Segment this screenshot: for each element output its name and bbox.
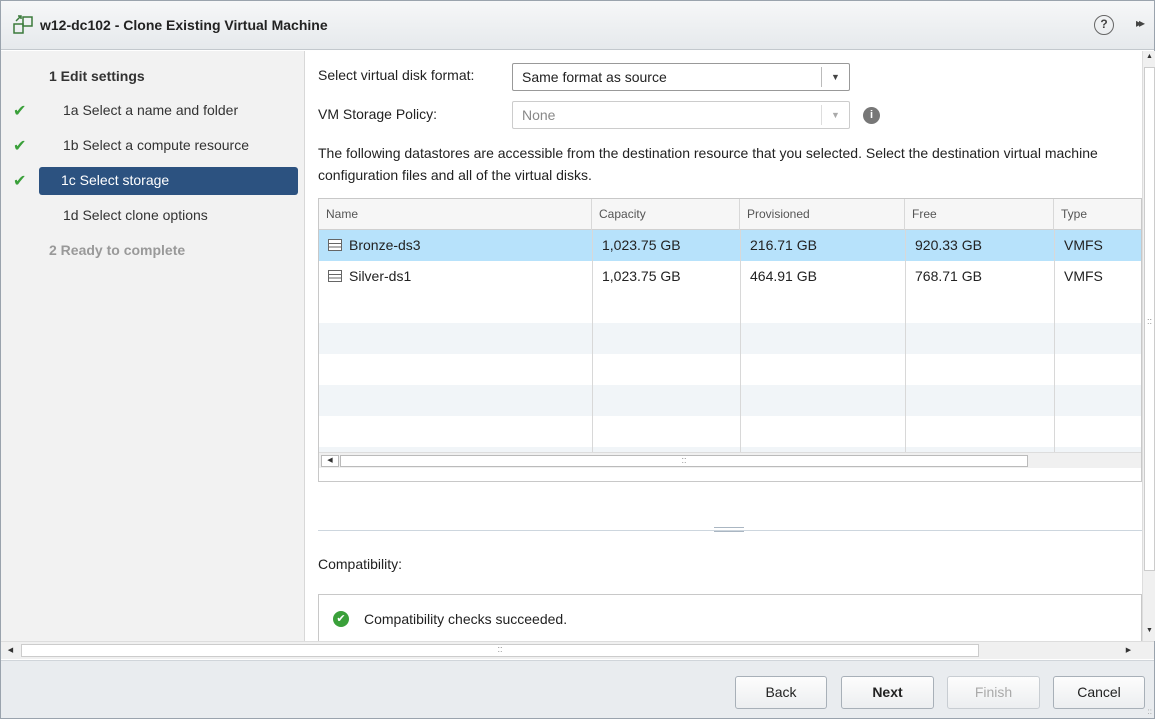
compatibility-message: Compatibility checks succeeded. bbox=[364, 611, 568, 627]
scroll-left-icon[interactable]: ◀ bbox=[3, 645, 18, 657]
vm-clone-icon bbox=[13, 15, 33, 34]
disk-format-select[interactable]: Same format as source ▼ bbox=[512, 63, 850, 91]
compatibility-label: Compatibility: bbox=[318, 556, 403, 572]
help-icon[interactable]: ? bbox=[1094, 15, 1114, 35]
datastore-name: Bronze-ds3 bbox=[349, 237, 421, 253]
cell-type: VMFS bbox=[1064, 237, 1103, 253]
nav-step-label: 1a Select a name and folder bbox=[63, 102, 239, 118]
dialog-footer: Back Next Finish Cancel :: bbox=[1, 660, 1154, 718]
cell-name: Bronze-ds3 bbox=[319, 230, 421, 261]
storage-policy-value: None bbox=[522, 107, 556, 123]
check-icon: ✔ bbox=[13, 173, 27, 190]
column-header-type[interactable]: Type bbox=[1054, 199, 1141, 230]
datastore-description: The following datastores are accessible … bbox=[318, 145, 1098, 183]
cell-type: VMFS bbox=[1064, 268, 1103, 284]
splitter-handle[interactable] bbox=[714, 527, 744, 532]
column-header-name[interactable]: Name bbox=[319, 199, 592, 230]
column-header-free[interactable]: Free bbox=[905, 199, 1054, 230]
empty-row bbox=[319, 323, 1141, 354]
scroll-up-icon[interactable]: ▲ bbox=[1144, 53, 1155, 65]
compatibility-panel: ✔ Compatibility checks succeeded. bbox=[318, 594, 1142, 641]
table-horizontal-scrollbar[interactable]: ◀ :: bbox=[319, 452, 1141, 468]
resize-grip-icon[interactable]: :: bbox=[1148, 707, 1152, 716]
column-divider bbox=[740, 230, 741, 452]
scroll-thumb[interactable]: :: bbox=[340, 455, 1028, 467]
cell-capacity: 1,023.75 GB bbox=[602, 268, 681, 284]
cell-provisioned: 464.91 GB bbox=[750, 268, 817, 284]
nav-step-label: 1b Select a compute resource bbox=[63, 137, 249, 153]
cell-free: 768.71 GB bbox=[915, 268, 982, 284]
cell-provisioned: 216.71 GB bbox=[750, 237, 817, 253]
nav-step-edit-settings[interactable]: 1 Edit settings bbox=[1, 63, 305, 91]
info-icon[interactable]: i bbox=[863, 107, 880, 124]
nav-step-label: 1d Select clone options bbox=[63, 207, 208, 223]
nav-step-label: 1 Edit settings bbox=[49, 68, 145, 84]
scroll-down-icon[interactable]: ▼ bbox=[1144, 627, 1155, 639]
scroll-left-icon[interactable]: ◀ bbox=[321, 455, 339, 467]
scroll-thumb[interactable]: :: bbox=[1144, 67, 1155, 571]
content-pane: Select virtual disk format: Same format … bbox=[306, 51, 1142, 641]
storage-policy-label: VM Storage Policy: bbox=[318, 106, 438, 122]
datastore-table: Name Capacity Provisioned Free Type Bron… bbox=[318, 198, 1142, 482]
nav-step-compute-resource[interactable]: ✔ 1b Select a compute resource bbox=[1, 132, 305, 160]
back-button[interactable]: Back bbox=[735, 676, 827, 709]
column-header-capacity[interactable]: Capacity bbox=[592, 199, 740, 230]
nav-step-clone-options[interactable]: 1d Select clone options bbox=[1, 202, 305, 230]
clone-vm-dialog: w12-dc102 - Clone Existing Virtual Machi… bbox=[0, 0, 1155, 719]
table-row[interactable]: Silver-ds1 1,023.75 GB 464.91 GB 768.71 … bbox=[319, 261, 1141, 292]
cell-free: 920.33 GB bbox=[915, 237, 982, 253]
content-vertical-scrollbar[interactable]: ▲ :: ▼ bbox=[1142, 51, 1155, 641]
nav-step-label: 1c Select storage bbox=[61, 172, 170, 188]
datastore-name: Silver-ds1 bbox=[349, 268, 412, 284]
success-check-icon: ✔ bbox=[333, 611, 349, 627]
title-bar: w12-dc102 - Clone Existing Virtual Machi… bbox=[1, 1, 1154, 50]
nav-step-name-folder[interactable]: ✔ 1a Select a name and folder bbox=[1, 97, 305, 125]
nav-step-ready-to-complete: 2 Ready to complete bbox=[1, 237, 305, 265]
column-divider bbox=[592, 230, 593, 452]
dropdown-arrow-icon: ▼ bbox=[821, 105, 849, 125]
datastore-icon bbox=[328, 270, 342, 282]
scroll-right-icon[interactable]: ▶ bbox=[1121, 645, 1136, 657]
expand-icon[interactable]: ▸▸ bbox=[1136, 16, 1145, 30]
column-header-provisioned[interactable]: Provisioned bbox=[740, 199, 905, 230]
disk-format-label: Select virtual disk format: bbox=[318, 67, 475, 83]
cell-capacity: 1,023.75 GB bbox=[602, 237, 681, 253]
wizard-nav: 1 Edit settings ✔ 1a Select a name and f… bbox=[1, 51, 305, 641]
check-icon: ✔ bbox=[13, 138, 27, 155]
empty-row bbox=[319, 385, 1141, 416]
cancel-button[interactable]: Cancel bbox=[1053, 676, 1145, 709]
dialog-title: w12-dc102 - Clone Existing Virtual Machi… bbox=[40, 17, 328, 33]
scroll-thumb[interactable]: :: bbox=[21, 644, 979, 657]
dropdown-arrow-icon: ▼ bbox=[821, 67, 849, 87]
table-row[interactable]: Bronze-ds3 1,023.75 GB 216.71 GB 920.33 … bbox=[319, 230, 1141, 261]
table-header: Name Capacity Provisioned Free Type bbox=[319, 199, 1141, 230]
next-button[interactable]: Next bbox=[841, 676, 934, 709]
finish-button: Finish bbox=[947, 676, 1040, 709]
disk-format-value: Same format as source bbox=[522, 69, 667, 85]
column-divider bbox=[1054, 230, 1055, 452]
dialog-horizontal-scrollbar[interactable]: ◀ :: ▶ bbox=[1, 641, 1154, 659]
nav-step-select-storage[interactable]: ✔ 1c Select storage bbox=[1, 167, 305, 195]
check-icon: ✔ bbox=[13, 103, 27, 120]
cell-name: Silver-ds1 bbox=[319, 261, 411, 292]
column-divider bbox=[905, 230, 906, 452]
storage-policy-select: None ▼ bbox=[512, 101, 850, 129]
nav-step-label: 2 Ready to complete bbox=[49, 242, 186, 258]
datastore-icon bbox=[328, 239, 342, 251]
